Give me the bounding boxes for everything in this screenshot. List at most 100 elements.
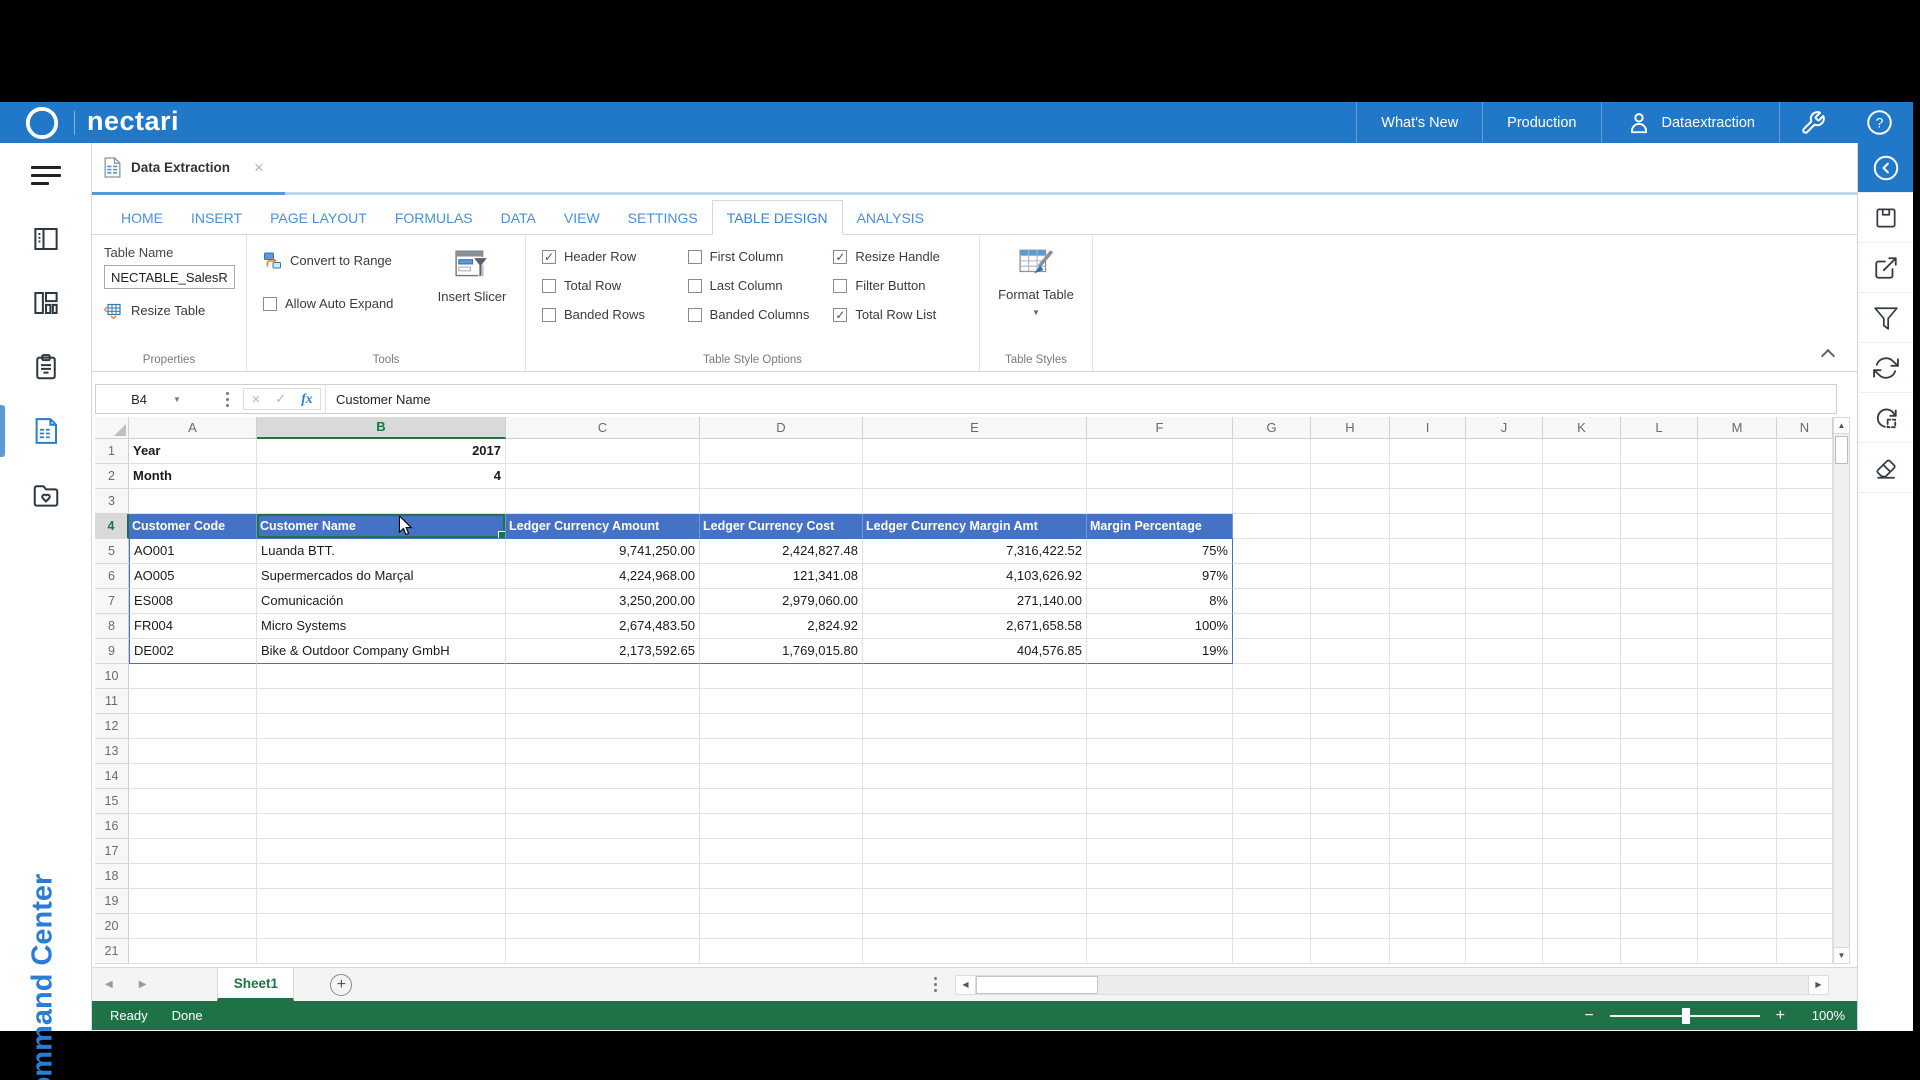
cell-K17[interactable]	[1543, 839, 1621, 864]
cell-L11[interactable]	[1621, 689, 1698, 714]
insert-function-button[interactable]: fx	[301, 391, 312, 407]
cell-C12[interactable]	[506, 714, 700, 739]
cell-M20[interactable]	[1698, 914, 1777, 939]
tab-view[interactable]: VIEW	[550, 201, 614, 234]
checkbox-total-row[interactable]: Total Row	[542, 278, 688, 293]
cell-J11[interactable]	[1466, 689, 1543, 714]
cell-K9[interactable]	[1543, 639, 1621, 664]
cell-L10[interactable]	[1621, 664, 1698, 689]
row-header-7[interactable]: 7	[95, 589, 129, 614]
cell-C11[interactable]	[506, 689, 700, 714]
cell-K12[interactable]	[1543, 714, 1621, 739]
cell-G1[interactable]	[1233, 439, 1311, 464]
cell-G2[interactable]	[1233, 464, 1311, 489]
name-box[interactable]: B4 ▼	[96, 385, 216, 413]
checkbox-total-row-list[interactable]: ✓Total Row List	[833, 307, 979, 322]
cell-A10[interactable]	[129, 664, 257, 689]
cell-I10[interactable]	[1390, 664, 1466, 689]
cell-E2[interactable]	[863, 464, 1087, 489]
cell-G4[interactable]	[1233, 514, 1311, 539]
cell-I1[interactable]	[1390, 439, 1466, 464]
cell-D1[interactable]	[700, 439, 863, 464]
cell-G19[interactable]	[1233, 889, 1311, 914]
cell-I18[interactable]	[1390, 864, 1466, 889]
cell-C15[interactable]	[506, 789, 700, 814]
cell-E14[interactable]	[863, 764, 1087, 789]
tab-formulas[interactable]: FORMULAS	[381, 201, 487, 234]
cell-N19[interactable]	[1777, 889, 1833, 914]
cell-M1[interactable]	[1698, 439, 1777, 464]
close-tab-icon[interactable]: ×	[254, 159, 264, 176]
allow-auto-expand-checkbox[interactable]: Allow Auto Expand	[263, 296, 428, 311]
cell-J8[interactable]	[1466, 614, 1543, 639]
row-header-11[interactable]: 11	[95, 689, 129, 714]
col-header-H[interactable]: H	[1311, 417, 1390, 439]
cell-D12[interactable]	[700, 714, 863, 739]
cell-J13[interactable]	[1466, 739, 1543, 764]
cell-A18[interactable]	[129, 864, 257, 889]
cell-J5[interactable]	[1466, 539, 1543, 564]
cell-A20[interactable]	[129, 914, 257, 939]
zoom-slider-thumb[interactable]	[1682, 1008, 1690, 1024]
cell-K4[interactable]	[1543, 514, 1621, 539]
cell-E20[interactable]	[863, 914, 1087, 939]
col-header-B[interactable]: B	[257, 417, 506, 439]
cell-D16[interactable]	[700, 814, 863, 839]
cell-H10[interactable]	[1311, 664, 1390, 689]
cell-G7[interactable]	[1233, 589, 1311, 614]
scroll-left-button[interactable]: ◀	[956, 976, 976, 994]
row-header-6[interactable]: 6	[95, 564, 129, 589]
cell-J4[interactable]	[1466, 514, 1543, 539]
cell-N1[interactable]	[1777, 439, 1833, 464]
cancel-formula-button[interactable]: ×	[252, 391, 261, 408]
cell-I7[interactable]	[1390, 589, 1466, 614]
cell-N20[interactable]	[1777, 914, 1833, 939]
row-header-2[interactable]: 2	[95, 464, 129, 489]
cell-L9[interactable]	[1621, 639, 1698, 664]
cell-L13[interactable]	[1621, 739, 1698, 764]
cell-F2[interactable]	[1087, 464, 1233, 489]
resize-table-button[interactable]: Resize Table	[104, 301, 234, 320]
cell-I17[interactable]	[1390, 839, 1466, 864]
cell-K8[interactable]	[1543, 614, 1621, 639]
cell-G20[interactable]	[1233, 914, 1311, 939]
cell-L18[interactable]	[1621, 864, 1698, 889]
row-header-16[interactable]: 16	[95, 814, 129, 839]
cell-N12[interactable]	[1777, 714, 1833, 739]
cell-K6[interactable]	[1543, 564, 1621, 589]
cell-H9[interactable]	[1311, 639, 1390, 664]
save-button[interactable]	[1858, 193, 1913, 243]
cell-C1[interactable]	[506, 439, 700, 464]
row-header-13[interactable]: 13	[95, 739, 129, 764]
checkbox-last-column[interactable]: Last Column	[688, 278, 834, 293]
cell-K20[interactable]	[1543, 914, 1621, 939]
cell-J6[interactable]	[1466, 564, 1543, 589]
cell-E13[interactable]	[863, 739, 1087, 764]
cell-G10[interactable]	[1233, 664, 1311, 689]
cell-F15[interactable]	[1087, 789, 1233, 814]
cell-B12[interactable]	[257, 714, 506, 739]
cell-M15[interactable]	[1698, 789, 1777, 814]
cell-H5[interactable]	[1311, 539, 1390, 564]
cell-A3[interactable]	[129, 489, 257, 514]
row-header-20[interactable]: 20	[95, 914, 129, 939]
cell-E9[interactable]: 404,576.85	[863, 639, 1087, 664]
cell-B15[interactable]	[257, 789, 506, 814]
refresh-data-button[interactable]	[1858, 393, 1913, 443]
cell-E1[interactable]	[863, 439, 1087, 464]
cell-I5[interactable]	[1390, 539, 1466, 564]
col-header-M[interactable]: M	[1698, 417, 1777, 439]
cell-B8[interactable]: Micro Systems	[257, 614, 506, 639]
cell-B3[interactable]	[257, 489, 506, 514]
cell-D14[interactable]	[700, 764, 863, 789]
cell-H16[interactable]	[1311, 814, 1390, 839]
cell-M13[interactable]	[1698, 739, 1777, 764]
vertical-scroll-thumb[interactable]	[1835, 436, 1848, 464]
cell-H14[interactable]	[1311, 764, 1390, 789]
cell-C7[interactable]: 3,250,200.00	[506, 589, 700, 614]
cell-F7[interactable]: 8%	[1087, 589, 1233, 614]
help-button[interactable]: ?	[1846, 102, 1913, 143]
checkbox-banded-rows[interactable]: Banded Rows	[542, 307, 688, 322]
cell-G8[interactable]	[1233, 614, 1311, 639]
checkbox-header-row[interactable]: ✓Header Row	[542, 249, 688, 264]
